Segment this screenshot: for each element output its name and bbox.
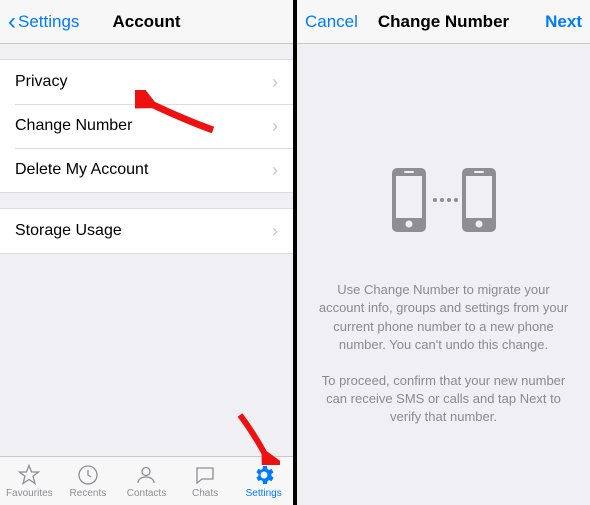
tab-contacts[interactable]: Contacts bbox=[117, 457, 176, 505]
tab-recents[interactable]: Recents bbox=[59, 457, 118, 505]
chat-icon bbox=[193, 463, 217, 487]
next-button[interactable]: Next bbox=[537, 0, 590, 43]
info-paragraph-2: To proceed, confirm that your new number… bbox=[315, 372, 572, 427]
tab-label: Recents bbox=[70, 488, 107, 499]
tab-label: Contacts bbox=[127, 488, 166, 499]
settings-group-2: Storage Usage › bbox=[0, 208, 293, 254]
tab-settings[interactable]: Settings bbox=[234, 457, 293, 505]
star-icon bbox=[17, 463, 41, 487]
row-label: Storage Usage bbox=[15, 222, 122, 240]
nav-bar: Cancel Change Number Next bbox=[297, 0, 590, 44]
phones-illustration bbox=[384, 164, 504, 241]
clock-icon bbox=[76, 463, 100, 487]
row-privacy[interactable]: Privacy › bbox=[0, 60, 293, 104]
chevron-right-icon: › bbox=[272, 116, 278, 137]
chevron-right-icon: › bbox=[272, 221, 278, 242]
row-label: Change Number bbox=[15, 117, 132, 135]
tab-chats[interactable]: Chats bbox=[176, 457, 235, 505]
row-label: Delete My Account bbox=[15, 161, 148, 179]
info-paragraph-1: Use Change Number to migrate your accoun… bbox=[315, 281, 572, 354]
chevron-right-icon: › bbox=[272, 160, 278, 181]
back-label: Settings bbox=[18, 12, 79, 32]
chevron-left-icon: ‹ bbox=[8, 10, 16, 34]
account-screen: ‹ Settings Account Privacy › Change Numb… bbox=[0, 0, 293, 505]
change-number-screen: Cancel Change Number Next bbox=[297, 0, 590, 505]
settings-group-1: Privacy › Change Number › Delete My Acco… bbox=[0, 59, 293, 193]
tab-label: Chats bbox=[192, 488, 218, 499]
cancel-button[interactable]: Cancel bbox=[297, 0, 366, 43]
tab-favourites[interactable]: Favourites bbox=[0, 457, 59, 505]
page-title: Account bbox=[113, 12, 181, 32]
page-title: Change Number bbox=[378, 12, 509, 32]
row-storage-usage[interactable]: Storage Usage › bbox=[0, 209, 293, 253]
content-body: Use Change Number to migrate your accoun… bbox=[297, 44, 590, 505]
chevron-right-icon: › bbox=[272, 72, 278, 93]
row-change-number[interactable]: Change Number › bbox=[0, 104, 293, 148]
cancel-label: Cancel bbox=[305, 12, 358, 32]
next-label: Next bbox=[545, 12, 582, 32]
tab-label: Favourites bbox=[6, 488, 53, 499]
row-delete-account[interactable]: Delete My Account › bbox=[0, 148, 293, 192]
contact-icon bbox=[134, 463, 158, 487]
row-label: Privacy bbox=[15, 73, 67, 91]
back-button[interactable]: ‹ Settings bbox=[0, 0, 87, 43]
nav-bar: ‹ Settings Account bbox=[0, 0, 293, 44]
tab-bar: Favourites Recents Contacts Chats Settin… bbox=[0, 456, 293, 505]
tab-label: Settings bbox=[246, 488, 282, 499]
gear-icon bbox=[252, 463, 276, 487]
